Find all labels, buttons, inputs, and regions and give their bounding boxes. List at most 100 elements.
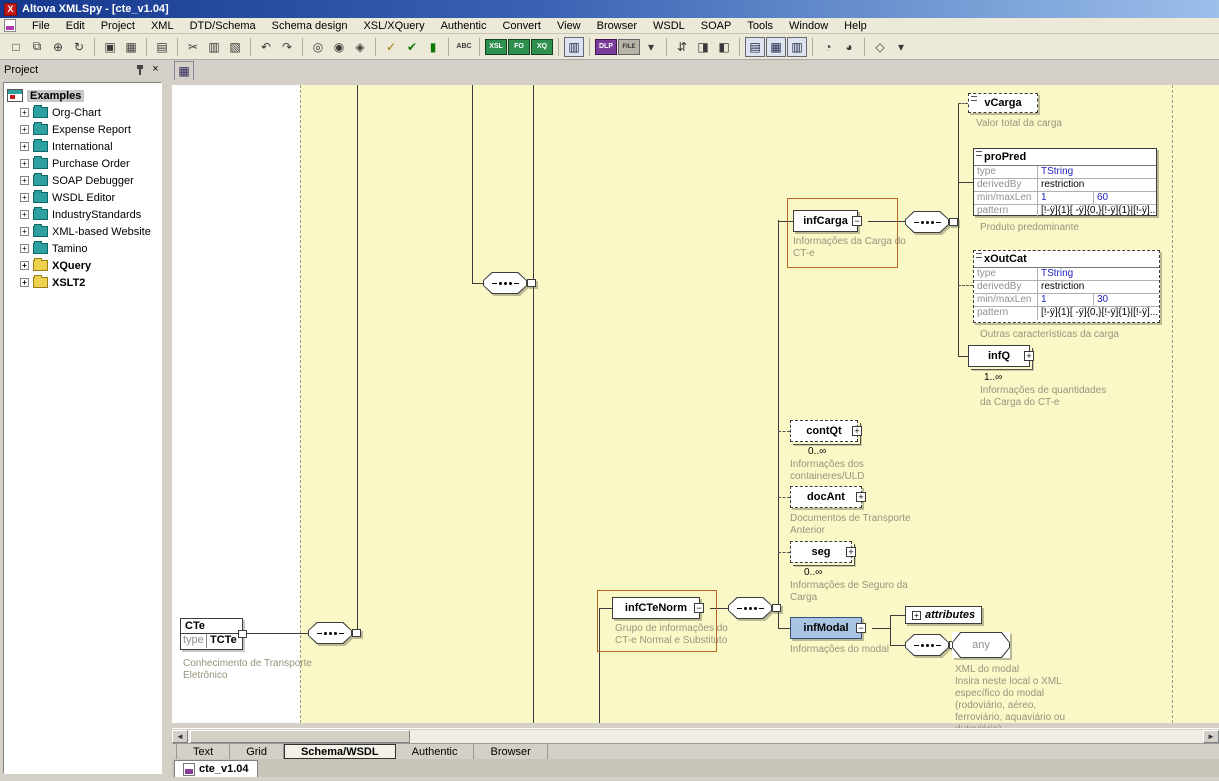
menu-convert[interactable]: Convert [494, 19, 549, 33]
paste-icon[interactable]: ▧ [225, 37, 245, 57]
window-layout-icon[interactable]: ▥ [564, 37, 584, 57]
expand-icon[interactable]: + [20, 210, 29, 219]
scrollbar-thumb[interactable] [190, 730, 410, 743]
expand-icon[interactable]: + [20, 261, 29, 270]
tab-browser[interactable]: Browser [474, 744, 547, 759]
element-any[interactable]: any [952, 632, 1010, 658]
file-icon[interactable]: FILE [618, 39, 640, 55]
collapse-icon[interactable]: − [694, 603, 704, 613]
element-docant[interactable]: docAnt + [790, 486, 862, 508]
tab-grid[interactable]: Grid [230, 744, 284, 759]
new-document-icon[interactable]: □ [6, 37, 26, 57]
check-wellformed-icon[interactable]: ✓ [381, 37, 401, 57]
open-url-icon[interactable]: ⊕ [48, 37, 68, 57]
expand-icon[interactable]: + [20, 278, 29, 287]
user-icon[interactable]: ◕ [839, 37, 859, 57]
menu-view[interactable]: View [549, 19, 589, 33]
element-cte[interactable]: CTe type TCTe [180, 618, 243, 650]
menu-xml[interactable]: XML [143, 19, 182, 33]
tree-item-expense-report[interactable]: + Expense Report [4, 121, 161, 138]
expand-icon[interactable]: + [20, 125, 29, 134]
expand-icon[interactable]: + [846, 547, 856, 557]
expand-icon[interactable]: + [20, 227, 29, 236]
horizontal-scrollbar[interactable]: ◄ ► [172, 728, 1219, 743]
tree-item-xquery[interactable]: + XQuery [4, 257, 161, 274]
expand-icon[interactable]: + [20, 159, 29, 168]
menu-wsdl[interactable]: WSDL [645, 19, 693, 33]
sequence-compositor[interactable] [728, 597, 772, 619]
find-next-icon[interactable]: ◈ [350, 37, 370, 57]
tab-authentic[interactable]: Authentic [396, 744, 475, 759]
paste-view-icon[interactable]: ◧ [714, 37, 734, 57]
tree-item-xml-based-website[interactable]: + XML-based Website [4, 223, 161, 240]
menu-browser[interactable]: Browser [589, 19, 645, 33]
fo-transform-icon[interactable]: FO [508, 39, 530, 55]
pin-icon[interactable] [135, 64, 145, 76]
menu-schema-design[interactable]: Schema design [264, 19, 356, 33]
save-all-icon[interactable]: ▦ [121, 37, 141, 57]
sequence-compositor[interactable] [905, 211, 949, 233]
menu-tools[interactable]: Tools [739, 19, 781, 33]
find-icon[interactable]: ◎ [308, 37, 328, 57]
tab-text[interactable]: Text [176, 744, 230, 759]
copy-view-icon[interactable]: ◨ [693, 37, 713, 57]
element-contqt[interactable]: contQt + [790, 420, 858, 442]
menu-file[interactable]: File [24, 19, 58, 33]
element-infq[interactable]: infQ + [968, 345, 1030, 367]
element-seg[interactable]: seg + [790, 541, 852, 563]
dlp-icon[interactable]: DLP [595, 39, 617, 55]
reload-icon[interactable]: ↻ [69, 37, 89, 57]
element-infcarga[interactable]: infCarga − [793, 210, 858, 232]
open-file-icon[interactable]: ⧉ [27, 37, 47, 57]
attributes-group[interactable]: + attributes [905, 606, 982, 624]
redo-icon[interactable]: ↷ [277, 37, 297, 57]
tree-item-international[interactable]: + International [4, 138, 161, 155]
tree-item-wsdl-editor[interactable]: + WSDL Editor [4, 189, 161, 206]
assign-dtd-icon[interactable]: ▮ [423, 37, 443, 57]
database-icon[interactable]: ◔ [818, 37, 838, 57]
tree-item-industrystandards[interactable]: + IndustryStandards [4, 206, 161, 223]
document-tab-cte[interactable]: cte_v1.04 [174, 760, 258, 777]
tree-item-examples[interactable]: Examples [4, 87, 161, 104]
find-in-files-icon[interactable]: ◉ [329, 37, 349, 57]
tree-item-xslt2[interactable]: + XSLT2 [4, 274, 161, 291]
elements-window-icon[interactable]: ▦ [766, 37, 786, 57]
expand-icon[interactable]: + [912, 611, 921, 620]
save-icon[interactable]: ▣ [100, 37, 120, 57]
tab-schema-wsdl[interactable]: Schema/WSDL [284, 744, 396, 759]
expand-icon[interactable]: + [852, 426, 862, 436]
element-xoutcat[interactable]: xOutCat type TString derivedBy restricti… [973, 250, 1160, 323]
scroll-left-icon[interactable]: ◄ [172, 730, 188, 743]
schema-window-icon[interactable]: ▤ [745, 37, 765, 57]
toolbar-overflow-icon[interactable]: ▾ [641, 37, 661, 57]
validate-icon[interactable]: ✔ [402, 37, 422, 57]
menu-edit[interactable]: Edit [58, 19, 93, 33]
collapse-icon[interactable]: − [852, 216, 862, 226]
collapse-icon[interactable]: − [856, 623, 866, 633]
scroll-right-icon[interactable]: ► [1203, 730, 1219, 743]
expand-icon[interactable]: + [20, 176, 29, 185]
menu-soap[interactable]: SOAP [693, 19, 740, 33]
expand-icon[interactable]: + [20, 244, 29, 253]
element-infmodal[interactable]: infModal − [790, 617, 862, 639]
cut-icon[interactable]: ✂ [183, 37, 203, 57]
element-infctenorm[interactable]: infCTeNorm − [612, 597, 700, 619]
menu-authentic[interactable]: Authentic [433, 19, 495, 33]
menu-project[interactable]: Project [93, 19, 143, 33]
print-icon[interactable]: ▤ [152, 37, 172, 57]
xsl-transform-icon[interactable]: XSL [485, 39, 507, 55]
tree-item-tamino[interactable]: + Tamino [4, 240, 161, 257]
schema-display-config-icon[interactable]: ▦ [174, 61, 194, 81]
document-menu-icon[interactable] [4, 19, 16, 32]
title-bar[interactable]: X Altova XMLSpy - [cte_v1.04] [0, 0, 1219, 18]
expand-icon[interactable]: + [856, 492, 866, 502]
sequence-compositor[interactable] [483, 272, 527, 294]
expand-icon[interactable]: + [20, 193, 29, 202]
generate-code-icon[interactable]: ⇵ [672, 37, 692, 57]
menu-window[interactable]: Window [781, 19, 836, 33]
element-propred[interactable]: proPred type TString derivedBy restricti… [973, 148, 1157, 216]
menu-dtd-schema[interactable]: DTD/Schema [182, 19, 264, 33]
attributes-window-icon[interactable]: ▥ [787, 37, 807, 57]
tree-item-purchase-order[interactable]: + Purchase Order [4, 155, 161, 172]
menu-help[interactable]: Help [836, 19, 875, 33]
